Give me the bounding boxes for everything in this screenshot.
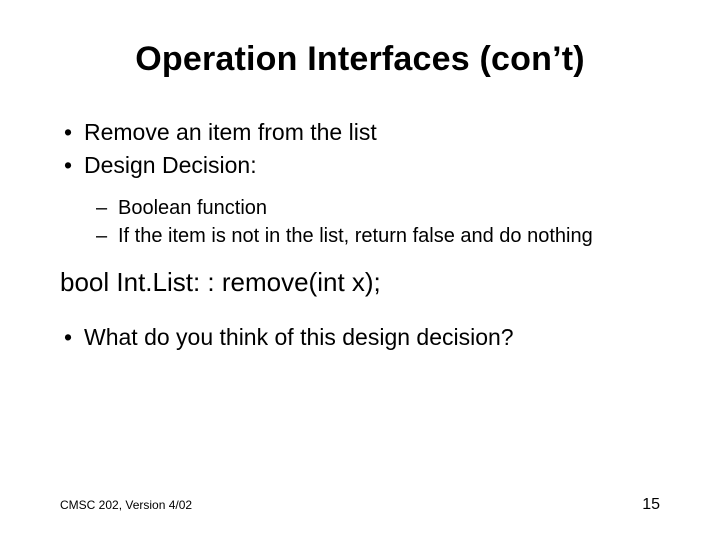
bullet-list-3: What do you think of this design decisio… [60, 322, 660, 353]
bullet-design-decision: Design Decision: [60, 150, 660, 181]
subbullet-return-false: If the item is not in the list, return f… [60, 223, 660, 249]
code-signature: bool Int.List: : remove(int x); [60, 267, 660, 298]
bullet-remove-item: Remove an item from the list [60, 117, 660, 148]
slide: Operation Interfaces (con’t) Remove an i… [0, 0, 720, 540]
subbullet-boolean: Boolean function [60, 195, 660, 221]
bullet-list-2: Boolean function If the item is not in t… [60, 195, 660, 249]
slide-title: Operation Interfaces (con’t) [60, 40, 660, 79]
footer-course: CMSC 202, Version 4/02 [60, 498, 192, 512]
bullet-list-1: Remove an item from the list Design Deci… [60, 117, 660, 181]
footer-page-number: 15 [642, 496, 660, 514]
bullet-question: What do you think of this design decisio… [60, 322, 660, 353]
